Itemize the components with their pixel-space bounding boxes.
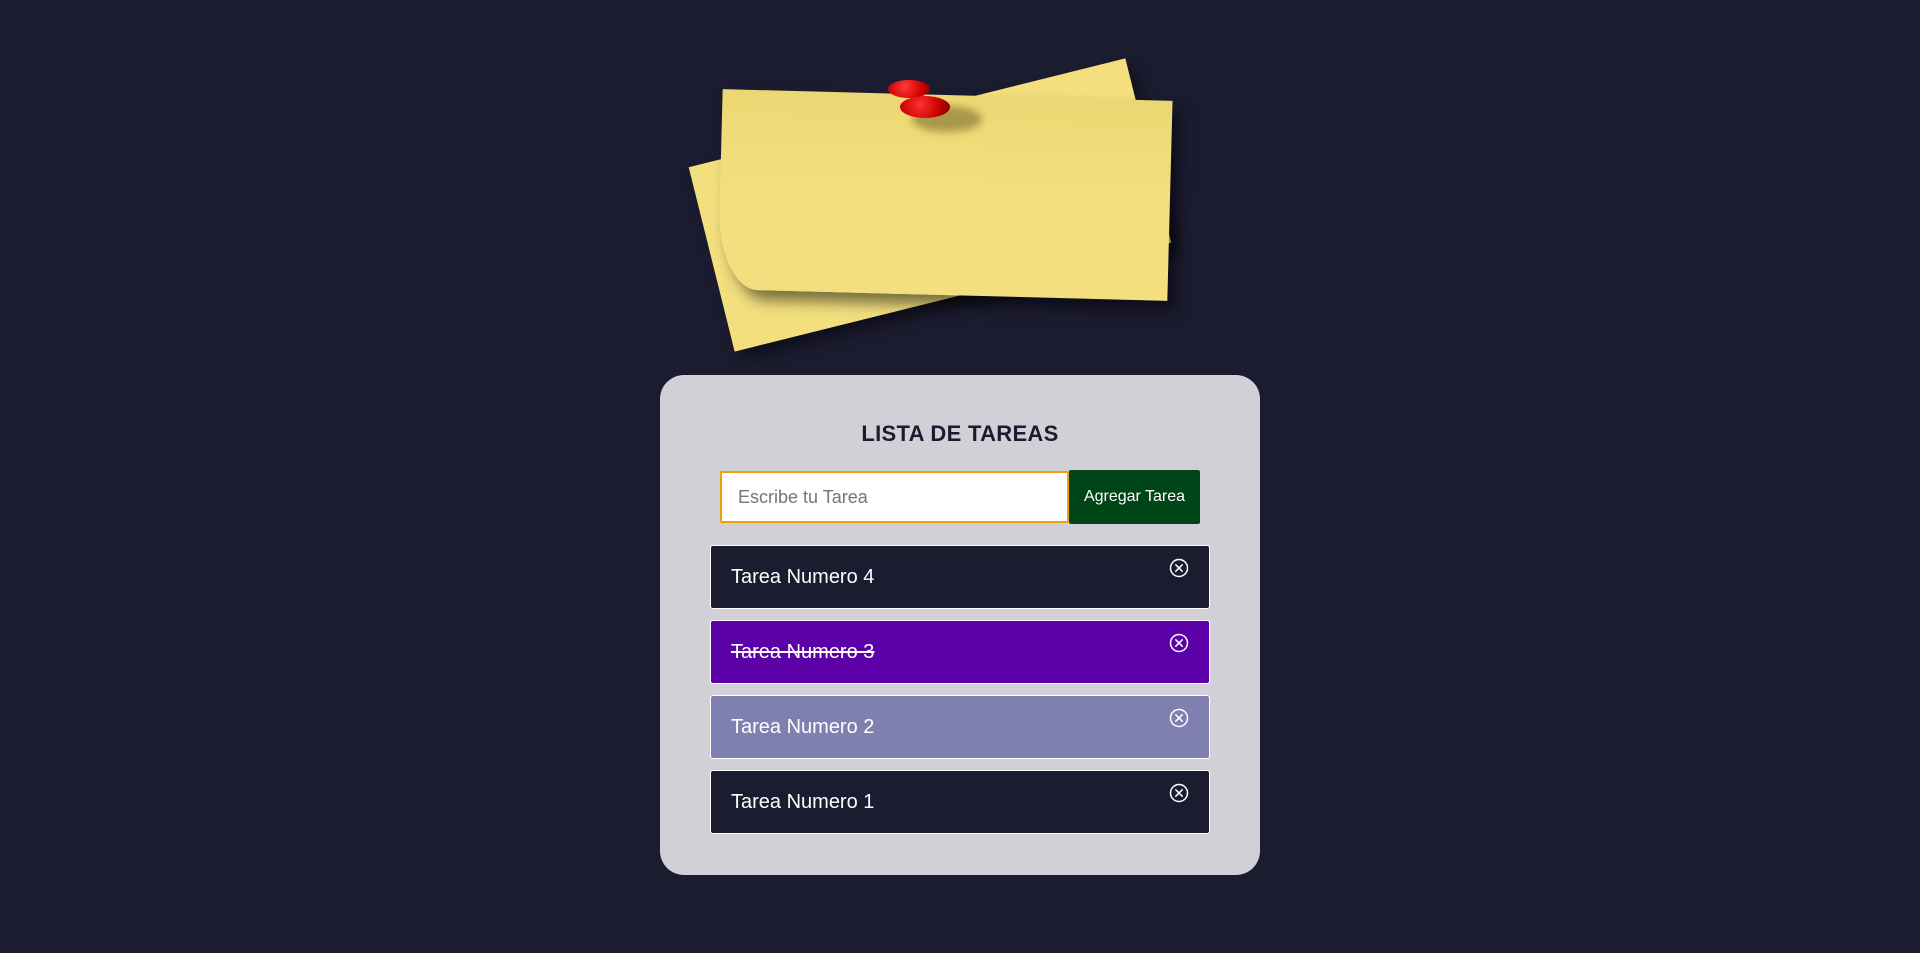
close-circle-icon[interactable] [1169,558,1189,578]
task-label: Tarea Numero 1 [731,791,875,813]
task-label: Tarea Numero 4 [731,566,875,588]
todo-card: LISTA DE TAREAS Agregar Tarea Tarea Nume… [660,375,1260,875]
close-circle-icon[interactable] [1169,783,1189,803]
pushpin-base [900,96,950,118]
card-title: LISTA DE TAREAS [861,421,1059,446]
task-item[interactable]: Tarea Numero 1 [710,770,1210,834]
task-label: Tarea Numero 2 [731,716,875,738]
add-task-button[interactable]: Agregar Tarea [1069,470,1200,524]
task-item[interactable]: Tarea Numero 2 [710,695,1210,759]
close-circle-icon[interactable] [1169,708,1189,728]
task-item[interactable]: Tarea Numero 4 [710,545,1210,609]
task-label: Tarea Numero 3 [731,641,875,663]
page: LISTA DE TAREAS Agregar Tarea Tarea Nume… [0,0,1920,953]
task-input[interactable] [720,471,1069,523]
close-circle-icon[interactable] [1169,633,1189,653]
task-item[interactable]: Tarea Numero 3 [710,620,1210,684]
sticky-notes-image [650,58,1230,352]
task-list: Tarea Numero 4 Tarea Numero 3 Tarea Nume… [710,545,1210,845]
